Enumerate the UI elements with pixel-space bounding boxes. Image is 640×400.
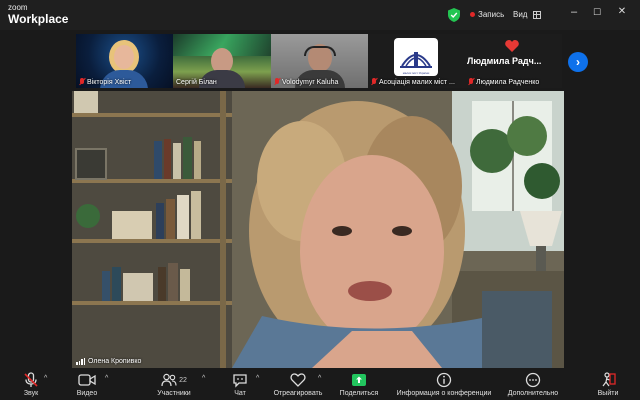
participant-tile[interactable]: Сергій Білан	[173, 34, 271, 88]
mic-muted-icon	[371, 78, 377, 86]
meeting-info-button[interactable]: Информация о конференции	[390, 369, 498, 400]
maximize-button[interactable]: ☐	[589, 7, 605, 18]
mic-muted-icon	[23, 371, 39, 389]
participants-options-caret-icon[interactable]: ^	[202, 375, 205, 382]
active-speaker-video[interactable]: Олена Кропивко	[72, 91, 564, 368]
signal-bars-icon	[76, 358, 85, 365]
recording-indicator[interactable]: Запись	[470, 10, 504, 19]
more-options-icon	[525, 371, 541, 389]
participant-label: Volodymyr Kaluha	[274, 78, 338, 86]
participant-label: Сергій Білан	[176, 79, 217, 86]
participant-label: Людмила Радченко	[468, 78, 539, 86]
close-button[interactable]: ✕	[614, 6, 630, 17]
title-bar: zoom Workplace Запись Вид – ☐ ✕	[0, 0, 640, 30]
view-button[interactable]: Вид	[513, 10, 542, 19]
participant-tile[interactable]: Вікторія Хвіст	[76, 34, 173, 88]
participant-face	[114, 45, 134, 69]
mic-muted-icon	[274, 78, 280, 86]
chat-button[interactable]: Чат	[226, 369, 254, 400]
speaker-label: Олена Кропивко	[76, 358, 141, 365]
share-screen-icon	[351, 371, 367, 389]
participants-icon	[161, 373, 177, 387]
participant-tile[interactable]: малих міст України Асоціація малих міст …	[368, 34, 465, 88]
heart-icon	[505, 40, 519, 52]
grid-icon	[533, 10, 542, 19]
leave-button[interactable]: Выйти	[594, 369, 622, 400]
more-button[interactable]: Дополнительно	[502, 369, 564, 400]
video-button[interactable]: Видео	[70, 369, 104, 400]
share-button[interactable]: Поделиться	[336, 369, 382, 400]
record-dot-icon	[470, 12, 475, 17]
react-button[interactable]: Отреагировать	[270, 369, 326, 400]
participant-label: Асоціація малих міст ...	[371, 78, 455, 86]
organization-logo: малих міст України	[394, 38, 438, 76]
participant-label: Вікторія Хвіст	[79, 78, 131, 86]
mic-muted-icon	[79, 78, 85, 86]
mic-muted-icon	[468, 78, 474, 86]
audio-button[interactable]: Звук	[14, 369, 48, 400]
shield-icon[interactable]	[448, 8, 460, 22]
audio-options-caret-icon[interactable]: ^	[44, 375, 47, 382]
minimize-button[interactable]: –	[566, 6, 582, 18]
react-options-caret-icon[interactable]: ^	[318, 375, 321, 382]
participants-button[interactable]: 22 Участники	[152, 369, 196, 400]
participants-count: 22	[179, 376, 187, 384]
headphones-icon	[304, 46, 336, 56]
speaker-video-frame	[72, 91, 564, 368]
zoom-window: zoom Workplace Запись Вид – ☐ ✕ Вікторія…	[0, 0, 640, 400]
participant-big-name: Людмила Радч...	[467, 56, 542, 66]
leave-exit-icon	[600, 371, 616, 389]
participant-tile[interactable]: Людмила Радч... Людмила Радченко	[465, 34, 562, 88]
next-page-button[interactable]: ›	[568, 52, 588, 72]
app-logo: zoom Workplace	[8, 3, 69, 26]
video-camera-icon	[78, 371, 96, 389]
chat-icon	[232, 371, 248, 389]
heart-outline-icon	[290, 371, 306, 389]
info-icon	[436, 371, 452, 389]
gallery-strip: Вікторія Хвіст Сергій Білан Volodymyr Ka…	[76, 34, 562, 88]
meeting-toolbar: Звук ^ Видео ^ 22 Участники ^ Чат ^ Отре…	[0, 369, 640, 400]
participant-tile[interactable]: Volodymyr Kaluha	[271, 34, 368, 88]
chat-options-caret-icon[interactable]: ^	[256, 375, 259, 382]
video-options-caret-icon[interactable]: ^	[105, 375, 108, 382]
